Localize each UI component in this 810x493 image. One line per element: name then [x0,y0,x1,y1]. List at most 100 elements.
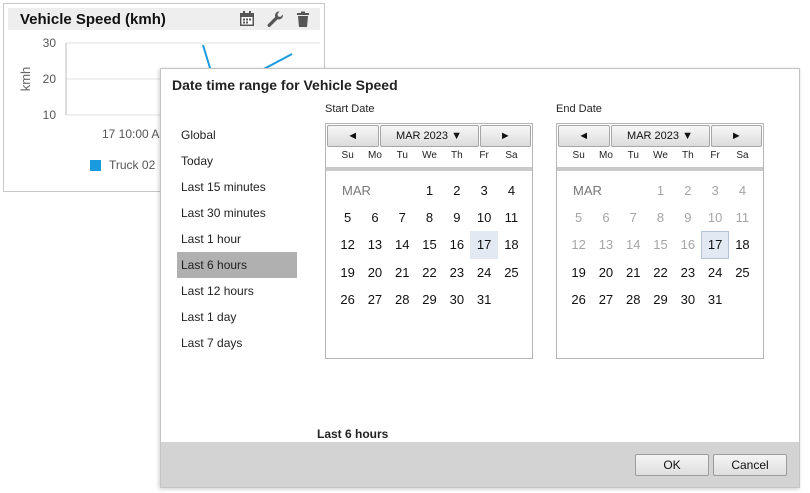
dialog-title: Date time range for Vehicle Speed [172,77,398,93]
end-date-label: End Date [556,103,602,115]
calendar-day[interactable]: 22 [416,259,443,286]
calendar-day[interactable]: 18 [498,231,525,258]
calendar-day[interactable]: 22 [647,259,674,286]
calendar-day[interactable]: 19 [565,259,592,286]
calendar-day[interactable]: 11 [498,204,525,231]
range-option[interactable]: Last 1 day [177,304,297,330]
calendar-day[interactable]: 26 [334,286,361,313]
range-option[interactable]: Last 30 minutes [177,200,297,226]
range-option[interactable]: Global [177,122,297,148]
range-option[interactable]: Last 12 hours [177,278,297,304]
calendar-day: 2 [684,183,692,198]
next-month-button[interactable]: ► [710,125,763,147]
calendar-day-grid: MAR 1 2 3 4 5 6 7 8 9 10 11 12 13 14 15 16 17 18 19 20 21 22 23… [565,177,756,313]
calendar-day: 13 [598,237,614,253]
month-name: MAR [573,183,602,198]
calendar-day[interactable]: 8 [416,204,443,231]
calendar-day[interactable]: 13 [361,231,388,258]
weekday-label: Mo [367,150,382,161]
calendar-day: 11 [735,210,750,226]
month-year-dropdown[interactable]: MAR 2023 ▼ [379,125,479,147]
dialog-footer: OK Cancel [161,442,799,487]
calendar-day[interactable]: 28 [620,286,647,313]
calendar-day[interactable]: 12 [334,231,361,258]
calendar-day[interactable]: 31 [470,286,497,313]
prev-month-button[interactable]: ◄ [558,125,610,147]
range-option[interactable]: Last 1 hour [177,226,297,252]
range-option[interactable]: Last 6 hours [177,252,297,278]
range-option[interactable]: Last 7 days [177,330,297,356]
month-year-dropdown[interactable]: MAR 2023 ▼ [610,125,710,147]
calendar-day[interactable]: 27 [361,286,388,313]
calendar-day[interactable]: 21 [389,259,416,286]
calendar-day[interactable]: 20 [361,259,388,286]
calendar-day[interactable]: 15 [416,231,443,258]
ok-button[interactable]: OK [635,454,709,476]
legend-label: Truck 02 [109,158,156,172]
y-axis-label: kmh [18,67,33,92]
calendar-day: 6 [602,210,610,226]
y-tick-label: 30 [43,36,57,50]
calendar-day[interactable]: 14 [389,231,416,258]
calendar-day[interactable]: 4 [498,177,525,204]
legend-swatch [90,159,101,171]
calendar-separator [326,167,532,171]
weekday-label: Th [682,150,694,161]
calendar-day[interactable]: 20 [592,259,619,286]
calendar-day[interactable]: 7 [389,204,416,231]
calendar-day[interactable]: 24 [470,259,497,286]
calendar-day: 14 [626,237,641,253]
calendar-day: 9 [684,210,692,226]
weekday-label: Tu [627,150,639,161]
start-date-calendar: ◄ MAR 2023 ▼ ► Su Mo Tu We Th Fr Sa MAR 1 2 3 4 5 6 7 8 9 10… [325,123,533,359]
cancel-button[interactable]: Cancel [713,454,787,476]
calendar-day[interactable]: 31 [701,286,728,313]
calendar-day[interactable]: 24 [701,259,728,286]
calendar-day[interactable]: 25 [498,259,525,286]
calendar-day: 8 [656,210,665,226]
weekday-label: Tu [396,150,408,161]
range-option[interactable]: Today [177,148,297,174]
y-tick-label: 10 [43,108,57,122]
calendar-day[interactable]: 6 [361,204,388,231]
end-date-calendar: ◄ MAR 2023 ▼ ► Su Mo Tu We Th Fr Sa MAR 1 2 3 4 5 6 7 8 9 10… [556,123,764,359]
range-option[interactable]: Last 15 minutes [177,174,297,200]
calendar-day[interactable]: 25 [729,259,756,286]
start-date-label: Start Date [325,103,375,115]
calendar-day[interactable]: 18 [729,231,756,258]
calendar-day[interactable]: 21 [620,259,647,286]
weekday-label: Sa [736,150,749,161]
calendar-day[interactable]: 30 [674,286,701,313]
weekday-label: Sa [505,150,518,161]
weekday-header: Su Mo Tu We Th Fr Sa [565,150,756,161]
calendar-day: 1 [656,183,665,198]
calendar-day[interactable]: 2 [443,177,470,204]
calendar-day[interactable]: 27 [592,286,619,313]
weekday-label: Su [341,150,354,161]
prev-month-button[interactable]: ◄ [327,125,379,147]
calendar-day[interactable]: 23 [674,259,701,286]
month-name: MAR [342,183,371,198]
calendar-day[interactable]: 29 [416,286,443,313]
calendar-day[interactable]: 10 [470,204,497,231]
calendar-day[interactable]: 29 [647,286,674,313]
calendar-day: 3 [711,183,719,198]
calendar-day[interactable]: 26 [565,286,592,313]
selected-day[interactable]: 17 [470,231,498,259]
selected-day[interactable]: 17 [701,231,729,259]
weekday-header: Su Mo Tu We Th Fr Sa [334,150,525,161]
calendar-day[interactable]: 30 [443,286,470,313]
weekday-label: Fr [710,150,720,161]
calendar-day[interactable]: 9 [443,204,470,231]
calendar-day-grid: MAR 1 2 3 4 5 6 7 8 9 10 11 12 13 14 15 16 17 18 19 20 21 22 23… [334,177,525,313]
calendar-day[interactable]: 28 [389,286,416,313]
next-month-button[interactable]: ► [479,125,532,147]
calendar-day[interactable]: 23 [443,259,470,286]
calendar-day[interactable]: 5 [334,204,361,231]
calendar-day[interactable]: 16 [443,231,470,258]
weekday-label: We [422,150,437,161]
calendar-day[interactable]: 3 [470,177,497,204]
calendar-day[interactable]: 19 [334,259,361,286]
calendar-day[interactable]: 1 [416,177,443,204]
chart-legend[interactable]: Truck 02 [90,158,155,172]
